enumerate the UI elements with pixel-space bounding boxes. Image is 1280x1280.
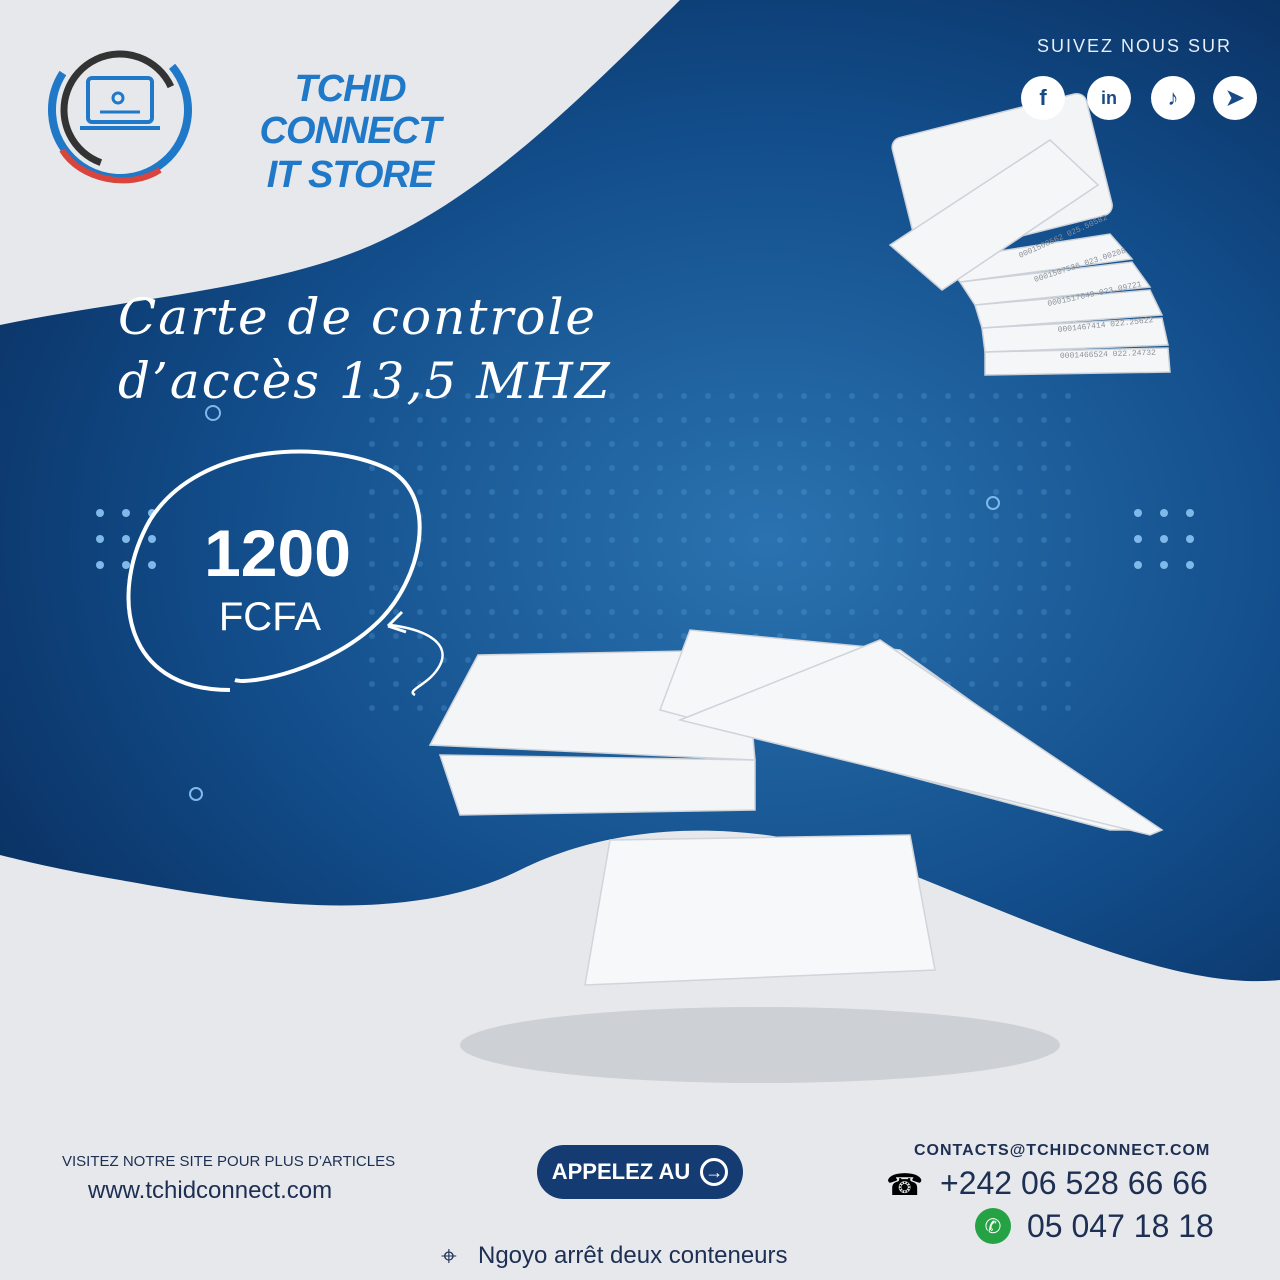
price-amount: 1200: [204, 516, 351, 590]
single-card: [584, 834, 936, 986]
arrow-right-icon: →: [700, 1158, 729, 1186]
facebook-icon[interactable]: f: [1021, 76, 1065, 120]
product-title: Carte de controle d’accès 13,5 MHZ: [118, 285, 612, 413]
linkedin-icon[interactable]: in: [1087, 76, 1131, 120]
contact-email[interactable]: CONTACTS@TCHIDCONNECT.COM: [914, 1142, 1210, 1160]
call-button-label: APPELEZ AU: [551, 1159, 691, 1184]
address: Ngoyo arrêt deux conteneurs: [478, 1242, 788, 1269]
price-currency: FCFA: [218, 595, 322, 639]
brand-line2: IT STORE: [266, 154, 435, 196]
whatsapp-icon: ✆: [975, 1208, 1011, 1244]
brand-name: TCHID CONNECT IT STORE: [200, 68, 500, 198]
brand-line1: TCHID CONNECT: [259, 68, 442, 152]
phone-number[interactable]: +242 06 528 66 66: [940, 1165, 1208, 1202]
product-title-line1: Carte de controle: [118, 288, 598, 346]
telegram-icon[interactable]: ➤: [1213, 76, 1257, 120]
telephone-icon: ☎: [886, 1169, 924, 1202]
location-pin-icon: ⌖: [441, 1240, 457, 1271]
whatsapp-number[interactable]: 05 047 18 18: [1027, 1208, 1214, 1245]
product-title-line2: d’accès 13,5 MHZ: [118, 352, 612, 410]
website-link[interactable]: www.tchidconnect.com: [88, 1177, 332, 1205]
visit-text: VISITEZ NOTRE SITE POUR PLUS D’ARTICLES: [62, 1153, 396, 1170]
call-button[interactable]: APPELEZ AU →: [537, 1145, 743, 1199]
background: 0001466524 022.247320001467414 022.25622…: [0, 0, 1280, 1280]
tiktok-icon[interactable]: ♪: [1151, 76, 1195, 120]
follow-heading: SUIVEZ NOUS SUR: [1036, 36, 1232, 56]
